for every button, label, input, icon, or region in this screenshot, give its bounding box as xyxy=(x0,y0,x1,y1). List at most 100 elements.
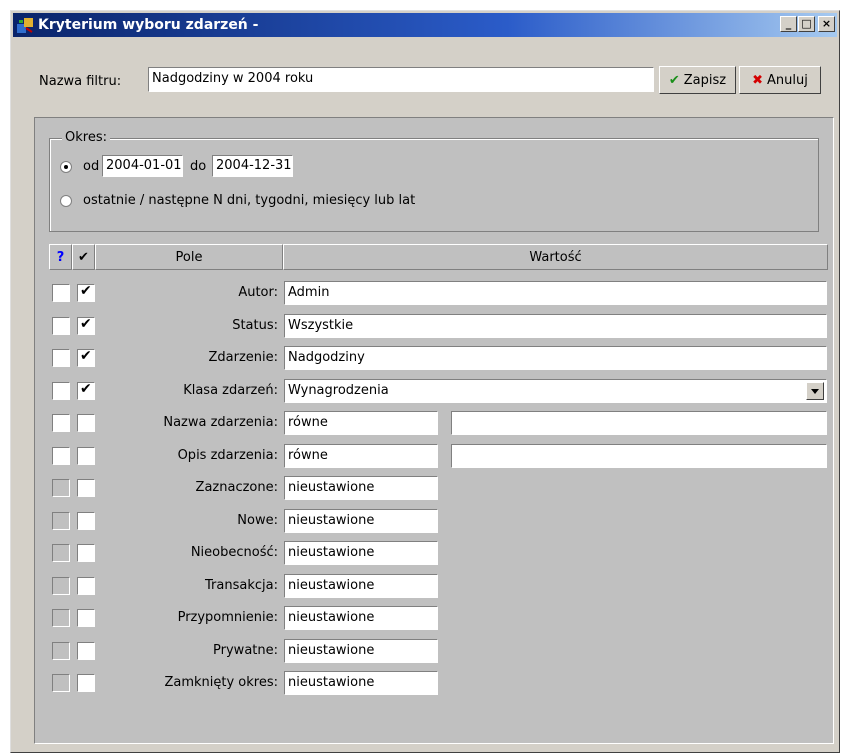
row-field-label: Opis zdarzenia: xyxy=(177,448,278,463)
cancel-button-label: Anuluj xyxy=(767,72,808,88)
row-value-field[interactable]: równe xyxy=(284,411,438,435)
row-help-checkbox[interactable] xyxy=(52,642,70,660)
row-enable-checkbox[interactable] xyxy=(77,544,95,562)
row-value-field[interactable]: nieustawione xyxy=(284,671,438,695)
date-from-value: 2004-01-01 xyxy=(106,158,182,173)
row-help-checkbox[interactable] xyxy=(52,512,70,530)
row-value-text: Admin xyxy=(288,285,330,300)
radio-date-range[interactable] xyxy=(60,161,72,173)
row-field-label: Zaznaczone: xyxy=(195,480,278,495)
row-value-secondary-input[interactable] xyxy=(451,411,827,435)
check-header-icon: ✔ xyxy=(78,249,89,265)
criteria-panel: Okres: od 2004-01-01 do 2004-12-31 ostat… xyxy=(34,117,834,744)
row-help-checkbox[interactable] xyxy=(52,414,70,432)
row-enable-checkbox[interactable] xyxy=(77,642,95,660)
filter-dialog-window: Kryterium wyboru zdarzeń - _ □ × Nazwa f… xyxy=(10,10,840,753)
row-value-field[interactable]: równe xyxy=(284,444,438,468)
row-field-label: Przypomnienie: xyxy=(177,610,278,625)
row-enable-checkbox[interactable] xyxy=(77,609,95,627)
row-enable-checkbox[interactable] xyxy=(77,414,95,432)
row-value-field[interactable]: nieustawione xyxy=(284,476,438,500)
row-field-label: Zdarzenie: xyxy=(208,350,278,365)
row-enable-checkbox[interactable]: ✔ xyxy=(77,316,95,335)
row-enable-checkbox[interactable] xyxy=(77,512,95,530)
row-help-checkbox[interactable] xyxy=(52,544,70,562)
header-field[interactable]: Pole xyxy=(95,244,283,270)
row-value-field[interactable]: nieustawione xyxy=(284,639,438,663)
row-field-label: Nowe: xyxy=(237,513,278,528)
row-enable-checkbox[interactable] xyxy=(77,447,95,465)
row-value-secondary-input[interactable] xyxy=(451,444,827,468)
date-from-input[interactable]: 2004-01-01 xyxy=(102,155,183,177)
row-help-checkbox[interactable] xyxy=(52,479,70,497)
maximize-button[interactable]: □ xyxy=(798,16,815,32)
row-help-checkbox[interactable] xyxy=(52,284,70,302)
row-value-text: nieustawione xyxy=(288,643,375,658)
row-help-checkbox[interactable] xyxy=(52,674,70,692)
cancel-button[interactable]: ✖ Anuluj xyxy=(739,66,821,94)
close-button[interactable]: × xyxy=(818,16,835,32)
row-value-text: Wynagrodzenia xyxy=(288,383,389,398)
filter-name-input[interactable]: Nadgodziny w 2004 roku xyxy=(148,67,654,92)
checkmark-icon: ✔ xyxy=(80,316,92,332)
row-field-label: Zamknięty okres: xyxy=(164,675,278,690)
close-icon: × xyxy=(821,17,832,30)
row-enable-checkbox[interactable] xyxy=(77,577,95,595)
header-field-label: Pole xyxy=(175,249,203,265)
row-value-text: Nadgodziny xyxy=(288,350,365,365)
row-help-checkbox[interactable] xyxy=(52,382,70,400)
row-value-text: nieustawione xyxy=(288,513,375,528)
filter-name-label: Nazwa filtru: xyxy=(39,74,122,89)
relative-period-label: ostatnie / następne N dni, tygodni, mies… xyxy=(83,193,416,208)
row-value-text: nieustawione xyxy=(288,578,375,593)
row-enable-checkbox[interactable] xyxy=(77,479,95,497)
header-value[interactable]: Wartość xyxy=(283,244,828,270)
row-value-field[interactable]: Admin xyxy=(284,281,827,305)
app-icon xyxy=(17,18,33,33)
row-enable-checkbox[interactable] xyxy=(77,674,95,692)
row-help-checkbox[interactable] xyxy=(52,317,70,335)
radio-relative-period[interactable] xyxy=(60,195,72,207)
header-help[interactable]: ? xyxy=(49,244,72,270)
filter-name-value: Nadgodziny w 2004 roku xyxy=(152,71,314,86)
row-enable-checkbox[interactable]: ✔ xyxy=(77,348,95,367)
minimize-button[interactable]: _ xyxy=(780,16,797,32)
window-title: Kryterium wyboru zdarzeń - xyxy=(38,17,259,33)
checkmark-icon: ✔ xyxy=(80,381,92,397)
row-value-text: nieustawione xyxy=(288,610,375,625)
row-value-field[interactable]: Wynagrodzenia xyxy=(284,379,827,403)
period-groupbox: Okres: od 2004-01-01 do 2004-12-31 ostat… xyxy=(49,130,819,232)
checkmark-icon: ✔ xyxy=(80,348,92,364)
header-value-label: Wartość xyxy=(529,249,582,265)
row-value-field[interactable]: nieustawione xyxy=(284,606,438,630)
row-field-label: Status: xyxy=(232,318,278,333)
row-field-label: Klasa zdarzeń: xyxy=(183,383,278,398)
to-label: do xyxy=(190,159,207,174)
header-check[interactable]: ✔ xyxy=(72,244,95,270)
row-value-field[interactable]: nieustawione xyxy=(284,541,438,565)
row-help-checkbox[interactable] xyxy=(52,447,70,465)
row-value-field[interactable]: nieustawione xyxy=(284,509,438,533)
help-icon: ? xyxy=(56,249,65,265)
row-value-field[interactable]: nieustawione xyxy=(284,574,438,598)
row-enable-checkbox[interactable]: ✔ xyxy=(77,381,95,400)
dropdown-arrow-icon[interactable] xyxy=(806,382,824,400)
row-help-checkbox[interactable] xyxy=(52,609,70,627)
save-button-label: Zapisz xyxy=(683,72,727,88)
date-to-input[interactable]: 2004-12-31 xyxy=(212,155,293,177)
row-value-field[interactable]: Nadgodziny xyxy=(284,346,827,370)
row-field-label: Transakcja: xyxy=(205,578,278,593)
row-field-label: Nieobecność: xyxy=(190,545,278,560)
row-help-checkbox[interactable] xyxy=(52,577,70,595)
save-button[interactable]: ✔ Zapisz xyxy=(659,66,736,94)
maximize-icon: □ xyxy=(801,17,812,30)
row-value-field[interactable]: Wszystkie xyxy=(284,314,827,338)
row-field-label: Autor: xyxy=(238,285,278,300)
period-legend: Okres: xyxy=(62,130,110,145)
row-value-text: nieustawione xyxy=(288,545,375,560)
row-field-label: Prywatne: xyxy=(213,643,278,658)
checkmark-icon: ✔ xyxy=(80,283,92,299)
title-bar[interactable]: Kryterium wyboru zdarzeń - _ □ × xyxy=(13,13,837,37)
row-help-checkbox[interactable] xyxy=(52,349,70,367)
row-enable-checkbox[interactable]: ✔ xyxy=(77,283,95,302)
